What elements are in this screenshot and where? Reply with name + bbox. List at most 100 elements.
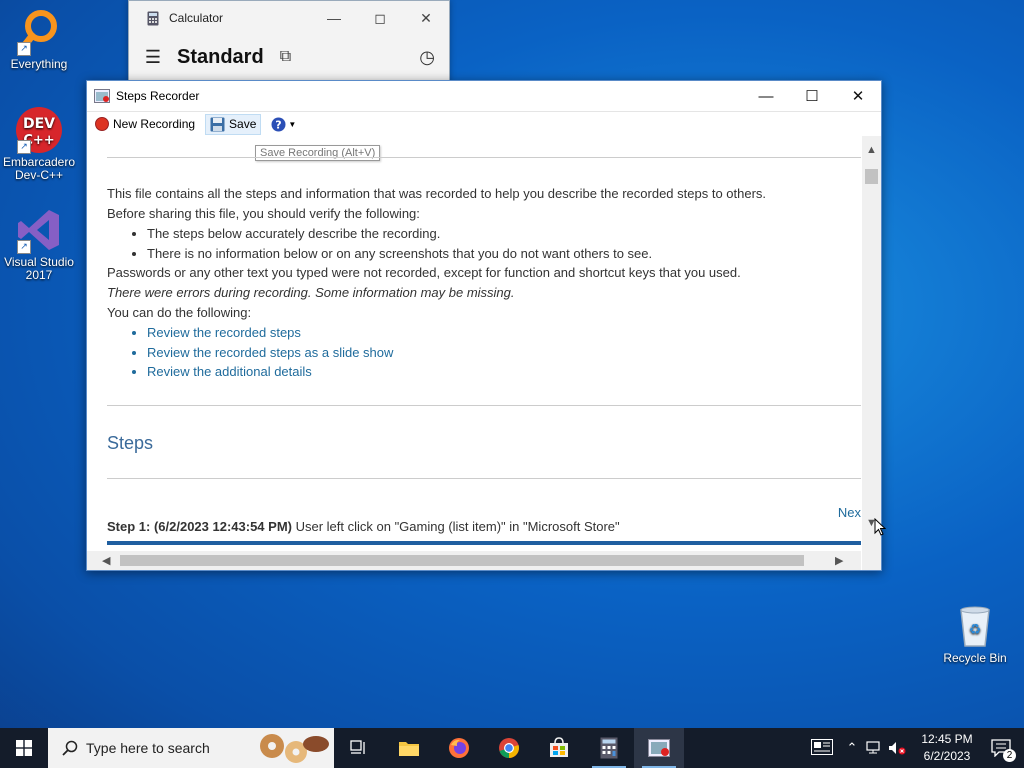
maximize-button[interactable]: ☐ [789, 87, 835, 105]
taskbar-task-view[interactable] [334, 728, 384, 768]
hamburger-menu-icon[interactable]: ☰ [129, 47, 177, 68]
scroll-left-icon[interactable]: ◀ [102, 554, 110, 567]
maximize-button[interactable]: ◻ [357, 10, 403, 27]
calculator-app-icon [600, 737, 618, 759]
scroll-right-icon[interactable]: ▶ [835, 554, 843, 567]
taskbar-microsoft-store[interactable] [534, 728, 584, 768]
review-links-list: Review the recorded steps Review the rec… [107, 323, 861, 382]
desktop-icon-everything[interactable]: ↗ Everything [0, 8, 78, 71]
next-link[interactable]: Nex [838, 505, 861, 520]
new-recording-label: New Recording [113, 117, 196, 131]
volume-muted-icon[interactable] [888, 741, 906, 755]
desktop-icon-recycle-bin[interactable]: ♻ Recycle Bin [936, 602, 1014, 665]
network-icon[interactable] [866, 741, 882, 755]
mouse-cursor-icon [874, 518, 886, 536]
minimize-button[interactable]: — [743, 88, 789, 105]
save-label: Save [229, 117, 257, 131]
notifications-badge: 2 [1003, 749, 1016, 762]
system-tray: ⌃ 12:45 PM 6/2/2023 2 [800, 728, 1024, 768]
windows-logo-icon [16, 740, 32, 756]
vertical-scrollbar[interactable]: ▲ ▼ [862, 136, 881, 551]
verify-list: The steps below accurately describe the … [107, 224, 861, 263]
shortcut-arrow-icon: ↗ [17, 42, 31, 56]
scroll-up-icon[interactable]: ▲ [862, 144, 881, 156]
recording-content: This file contains all the steps and inf… [87, 136, 861, 551]
recycle-bin-icon: ♻ [951, 602, 999, 650]
clock-time: 12:45 PM [921, 732, 973, 746]
window-title: Steps Recorder [116, 89, 200, 103]
errors-note: There were errors during recording. Some… [107, 285, 515, 300]
desktop-icon-label: Everything [10, 57, 68, 71]
save-button[interactable]: Save [205, 113, 262, 135]
step-1-text: User left click on "Gaming (list item)" … [291, 518, 620, 534]
keep-on-top-icon[interactable]: ⧉ [280, 48, 291, 66]
desktop-icon-visual-studio[interactable]: ↗ Visual Studio 2017 [0, 206, 78, 282]
taskbar-calculator[interactable] [584, 728, 634, 768]
calculator-title: Calculator [169, 11, 224, 25]
close-button[interactable]: ✕ [403, 10, 449, 27]
desktop-icon-devcpp[interactable]: DEV C++ ↗ Embarcadero Dev-C++ [0, 106, 78, 182]
taskbar-clock[interactable]: 12:45 PM 6/2/2023 [916, 731, 978, 765]
record-icon [95, 117, 109, 131]
everything-icon: ↗ [15, 8, 63, 56]
shortcut-arrow-icon: ↗ [17, 140, 31, 154]
search-highlight-donuts-icon [260, 734, 329, 763]
review-steps-link[interactable]: Review the recorded steps [147, 323, 861, 343]
chrome-icon [499, 738, 519, 758]
taskbar-search-box[interactable]: Type here to search [48, 728, 334, 768]
you-can-heading: You can do the following: [107, 305, 252, 320]
desktop-icon-label: Embarcadero Dev-C++ [2, 155, 76, 182]
taskbar: Type here to search ⌃ 12:45 PM 6/2/2023 [0, 728, 1024, 768]
taskbar-steps-recorder[interactable] [634, 728, 684, 768]
steps-recorder-app-icon [648, 739, 670, 757]
svg-text:♻: ♻ [969, 622, 982, 638]
history-icon[interactable]: ◷ [419, 47, 435, 68]
calculator-mode-title: Standard [177, 45, 264, 68]
file-explorer-icon [399, 742, 419, 756]
review-slideshow-link[interactable]: Review the recorded steps as a slide sho… [147, 343, 861, 363]
chevron-up-icon[interactable]: ⌃ [844, 740, 860, 756]
step-1-label: Step 1: (6/2/2023 12:43:54 PM) [107, 518, 292, 534]
search-placeholder: Type here to search [86, 740, 210, 756]
visual-studio-icon: ↗ [15, 206, 63, 254]
toolbar: New Recording Save ? ▼ [87, 112, 881, 136]
close-button[interactable]: ✕ [835, 87, 881, 105]
steps-heading: Steps [107, 432, 154, 453]
chevron-down-icon: ▼ [288, 119, 297, 129]
task-view-icon [350, 740, 365, 754]
minimize-button[interactable]: — [311, 10, 357, 26]
firefox-icon [449, 738, 469, 758]
horizontal-scroll-thumb[interactable] [120, 555, 804, 566]
desktop-icon-label: Recycle Bin [943, 651, 1007, 665]
taskbar-chrome[interactable] [484, 728, 534, 768]
steps-recorder-titlebar[interactable]: Steps Recorder — ☐ ✕ [87, 81, 881, 112]
clock-date: 6/2/2023 [923, 749, 971, 763]
horizontal-scrollbar[interactable]: ◀ ▶ [87, 551, 861, 570]
start-button[interactable] [0, 728, 48, 768]
news-widget-icon[interactable] [800, 738, 844, 758]
new-recording-button[interactable]: New Recording [91, 115, 199, 133]
svg-text:DEV: DEV [23, 116, 55, 132]
help-dropdown-button[interactable]: ? ▼ [267, 115, 300, 134]
review-details-link[interactable]: Review the additional details [147, 362, 861, 382]
divider [107, 404, 861, 406]
taskbar-firefox[interactable] [434, 728, 484, 768]
passwords-note: Passwords or any other text you typed we… [107, 265, 741, 280]
steps-recorder-window[interactable]: Steps Recorder — ☐ ✕ New Recording Save … [86, 80, 882, 571]
devcpp-icon: DEV C++ ↗ [15, 106, 63, 154]
steps-recorder-icon [94, 89, 110, 103]
vertical-scroll-thumb[interactable] [865, 169, 878, 184]
help-icon: ? [271, 117, 286, 131]
save-icon [210, 117, 225, 131]
calculator-titlebar[interactable]: Calculator — ◻ ✕ [129, 1, 449, 35]
step-1-header-bar [107, 540, 861, 545]
intro-text: This file contains all the steps and inf… [107, 186, 767, 201]
taskbar-file-explorer[interactable] [384, 728, 434, 768]
notifications-button[interactable]: 2 [978, 728, 1024, 768]
scrollbar-corner [862, 551, 881, 570]
calculator-icon [147, 11, 159, 25]
calculator-window[interactable]: Calculator — ◻ ✕ ☰ Standard ⧉ ◷ [128, 0, 450, 84]
svg-text:?: ? [276, 118, 282, 131]
desktop-icon-label: Visual Studio 2017 [4, 255, 74, 282]
verify-heading: Before sharing this file, you should ver… [107, 206, 420, 221]
